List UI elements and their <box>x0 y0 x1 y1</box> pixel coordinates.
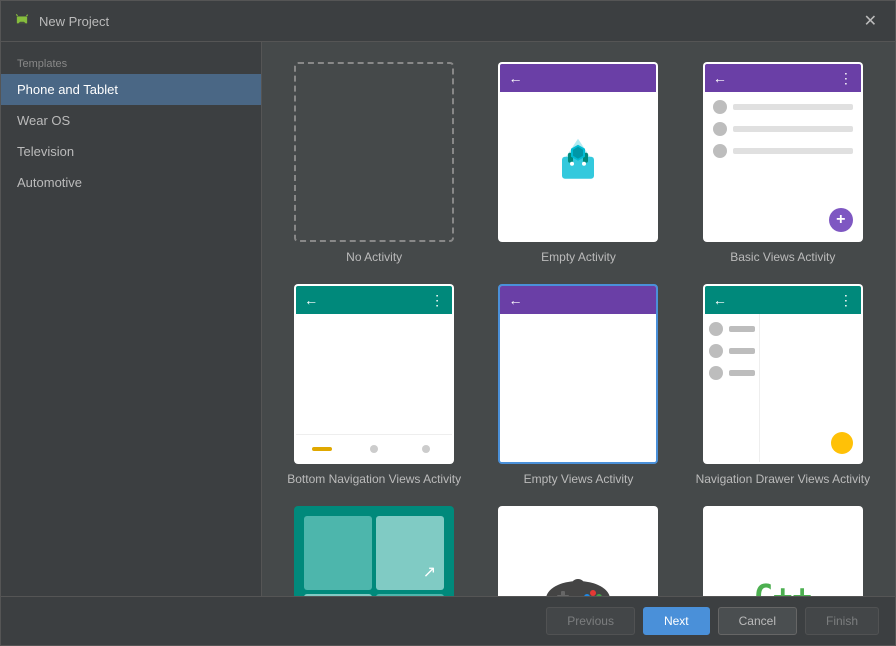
template-thumbnail-basic-views: ← ⋮ + <box>703 62 863 242</box>
sidebar-item-phone-tablet[interactable]: Phone and Tablet <box>1 74 261 105</box>
bottom-nav-item-1 <box>296 435 348 462</box>
template-label-nav-drawer: Navigation Drawer Views Activity <box>696 472 871 486</box>
dialog-title: New Project <box>39 14 109 29</box>
nav-indicator <box>422 445 430 453</box>
active-nav-indicator <box>312 447 332 451</box>
fab-gold <box>831 432 853 454</box>
nav-drawer-header: ← ⋮ <box>705 286 861 314</box>
game-controller-thumb <box>543 571 613 596</box>
basic-views-header: ← ⋮ <box>705 64 861 92</box>
nav-indicator <box>370 445 378 453</box>
template-thumbnail-nav-drawer: ← ⋮ <box>703 284 863 464</box>
bottom-nav-item-3 <box>400 435 452 462</box>
cancel-button[interactable]: Cancel <box>718 607 797 635</box>
footer: Previous Next Cancel Finish <box>1 596 895 645</box>
empty-activity-header: ← <box>500 64 656 92</box>
nav-drawer-panel <box>705 314 760 462</box>
drawer-items <box>705 314 759 396</box>
back-arrow-icon: ← <box>508 70 648 86</box>
android-logo-thumb <box>552 135 604 187</box>
bottom-nav-item-2 <box>348 435 400 462</box>
bottom-nav-body <box>296 314 452 462</box>
template-card-empty-views[interactable]: ← Empty Views Activity <box>486 284 670 486</box>
android-icon: A <box>13 12 31 30</box>
new-project-dialog: A New Project ✕ Templates Phone and Tabl… <box>0 0 896 646</box>
basic-views-body: + <box>705 92 861 240</box>
title-bar-left: A New Project <box>13 12 109 30</box>
template-card-no-activity[interactable]: No Activity <box>282 62 466 264</box>
title-bar: A New Project ✕ <box>1 1 895 42</box>
template-card-empty-activity[interactable]: ← <box>486 62 670 264</box>
cpp-label-thumb: C++ <box>754 577 812 596</box>
template-thumbnail-chart: ↗ <box>294 506 454 596</box>
template-card-chart[interactable]: ↗ Activity with a Chart <box>282 506 466 596</box>
fab-button: + <box>829 208 853 232</box>
more-icon: ⋮ <box>430 292 444 309</box>
more-icon: ⋮ <box>839 70 853 87</box>
template-card-bottom-nav[interactable]: ← ⋮ <box>282 284 466 486</box>
template-thumbnail-cpp: C++ <box>703 506 863 596</box>
template-card-basic-views[interactable]: ← ⋮ + Basic Views Activity <box>691 62 875 264</box>
next-button[interactable]: Next <box>643 607 710 635</box>
template-card-game[interactable]: Game Activity <box>486 506 670 596</box>
template-card-cpp[interactable]: C++ Native C++ Activity <box>691 506 875 596</box>
svg-text:A: A <box>20 17 25 23</box>
empty-views-body <box>500 314 656 462</box>
bottom-nav-header: ← ⋮ <box>296 286 452 314</box>
list-placeholder <box>705 92 861 174</box>
main-content: No Activity ← <box>262 42 895 596</box>
sidebar-item-wear-os[interactable]: Wear OS <box>1 105 261 136</box>
template-thumbnail-empty-views: ← <box>498 284 658 464</box>
previous-button[interactable]: Previous <box>546 607 635 635</box>
template-label-empty-activity: Empty Activity <box>541 250 616 264</box>
template-label-bottom-nav: Bottom Navigation Views Activity <box>287 472 461 486</box>
back-arrow-icon: ← <box>304 292 430 308</box>
template-thumbnail-empty-activity: ← <box>498 62 658 242</box>
template-thumbnail-game <box>498 506 658 596</box>
content-area: Templates Phone and Tablet Wear OS Telev… <box>1 42 895 596</box>
template-label-basic-views: Basic Views Activity <box>730 250 835 264</box>
template-card-nav-drawer[interactable]: ← ⋮ <box>691 284 875 486</box>
templates-grid: No Activity ← <box>262 42 895 596</box>
bottom-navigation-bar <box>296 434 452 462</box>
back-arrow-icon: ← <box>508 292 648 308</box>
close-button[interactable]: ✕ <box>858 9 883 33</box>
empty-activity-body <box>500 92 656 240</box>
template-label-empty-views: Empty Views Activity <box>524 472 634 486</box>
more-icon: ⋮ <box>839 292 853 309</box>
nav-drawer-body <box>705 314 861 462</box>
template-label-no-activity: No Activity <box>346 250 402 264</box>
sidebar-item-television[interactable]: Television <box>1 136 261 167</box>
sidebar: Templates Phone and Tablet Wear OS Telev… <box>1 42 262 596</box>
sidebar-item-automotive[interactable]: Automotive <box>1 167 261 198</box>
back-arrow-icon: ← <box>713 70 839 86</box>
template-thumbnail-bottom-nav: ← ⋮ <box>294 284 454 464</box>
empty-views-header: ← <box>500 286 656 314</box>
finish-button[interactable]: Finish <box>805 607 879 635</box>
back-arrow-icon: ← <box>713 292 839 308</box>
template-thumbnail-no-activity <box>294 62 454 242</box>
sidebar-section-label: Templates <box>1 50 261 74</box>
